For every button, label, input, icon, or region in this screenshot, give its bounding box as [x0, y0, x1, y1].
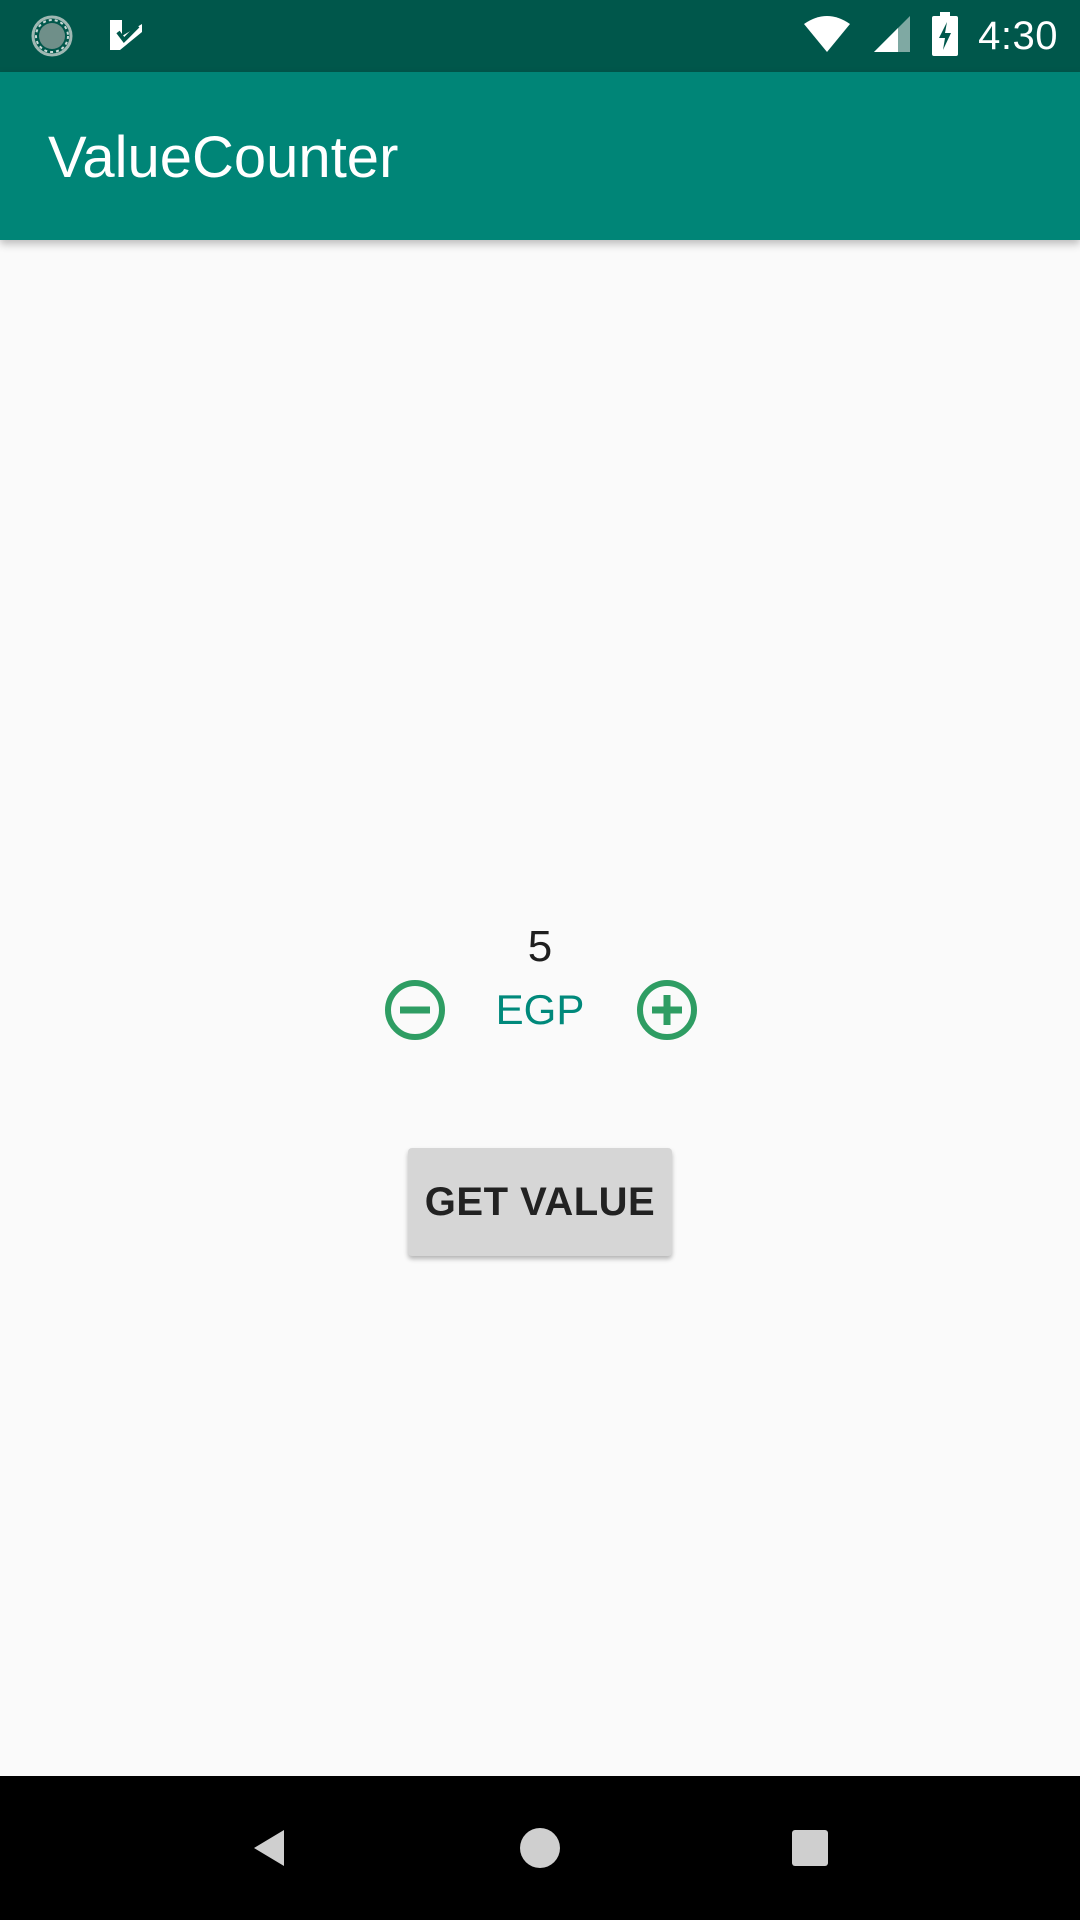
- wifi-icon: [802, 14, 852, 59]
- plus-circle-icon: [637, 980, 697, 1040]
- recents-icon: [792, 1830, 828, 1866]
- navigation-bar: [0, 1776, 1080, 1920]
- increment-button[interactable]: [635, 978, 699, 1042]
- counter-controls: EGP: [0, 978, 1080, 1042]
- home-button[interactable]: [510, 1818, 570, 1878]
- get-value-button[interactable]: GET VALUE: [408, 1148, 672, 1256]
- home-icon: [520, 1828, 560, 1868]
- app-title: ValueCounter: [48, 125, 399, 190]
- sync-icon: [30, 14, 74, 58]
- counter-value: 5: [527, 922, 553, 971]
- back-icon: [254, 1830, 284, 1866]
- recents-button[interactable]: [780, 1818, 840, 1878]
- back-button[interactable]: [240, 1818, 300, 1878]
- app-bar: ValueCounter: [0, 72, 1080, 240]
- status-bar: 4:30: [0, 0, 1080, 72]
- cell-signal-icon: [872, 14, 912, 59]
- status-time: 4:30: [978, 13, 1058, 58]
- app-notification-icon: [104, 14, 148, 58]
- app-screen: 4:30 ValueCounter 5 EGP GET VALUE: [0, 0, 1080, 1920]
- main-content: 5 EGP GET VALUE: [0, 240, 1080, 1776]
- currency-label: EGP: [495, 986, 585, 1033]
- status-icons: 4:30: [802, 0, 1058, 72]
- battery-charging-icon: [932, 11, 959, 61]
